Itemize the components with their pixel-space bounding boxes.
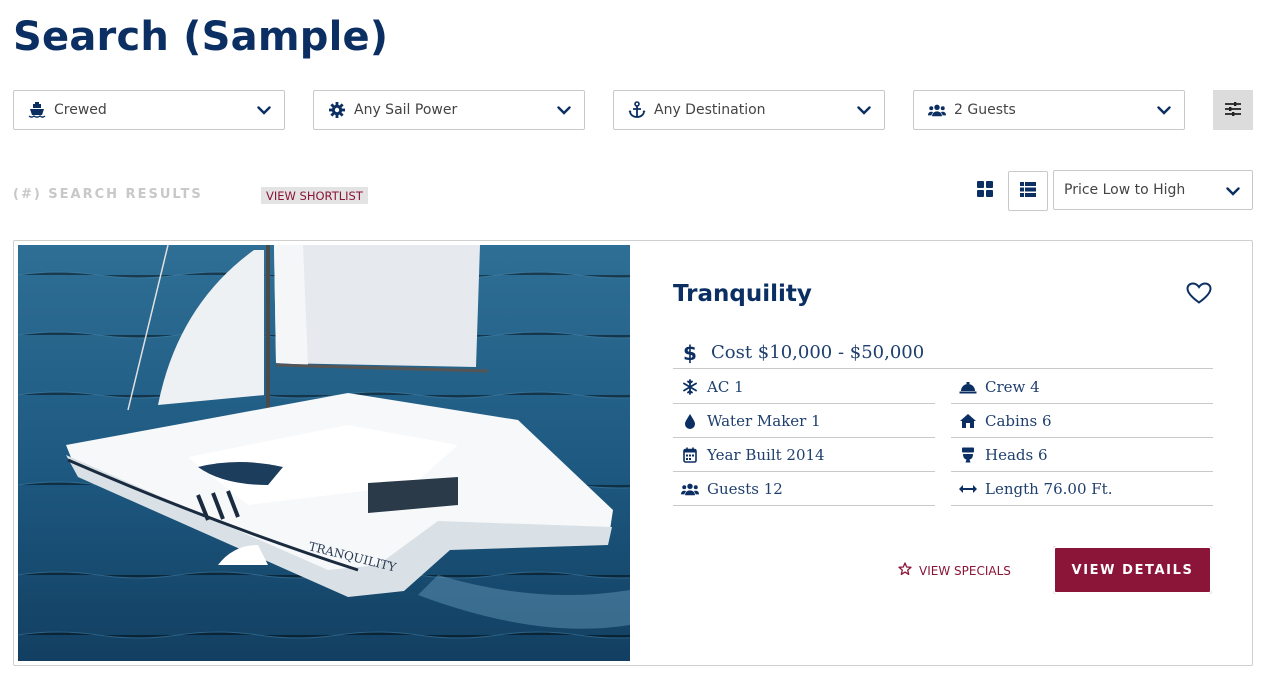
yacht-listing-card: TRANQUILITY Tranquility $ Cost $10,000 -… xyxy=(13,240,1253,666)
water-drop-icon xyxy=(681,412,699,430)
view-details-button[interactable]: VIEW DETAILS xyxy=(1053,546,1212,594)
home-icon xyxy=(959,412,977,430)
view-specials-label: VIEW SPECIALS xyxy=(919,563,1011,578)
yacht-photo[interactable]: TRANQUILITY xyxy=(18,245,630,661)
chevron-down-icon xyxy=(556,102,572,118)
chevron-down-icon xyxy=(256,102,272,118)
grid-view-button[interactable] xyxy=(969,172,1001,210)
filter-guests-dropdown[interactable]: 2 Guests xyxy=(913,90,1185,130)
page-title: Search (Sample) xyxy=(13,14,389,60)
view-details-label: VIEW DETAILS xyxy=(1071,562,1194,578)
list-icon xyxy=(1020,181,1036,201)
spec-label: Water Maker 1 xyxy=(707,411,821,430)
spec-label: Year Built 2014 xyxy=(707,445,825,464)
filter-charter-type-dropdown[interactable]: Crewed xyxy=(13,90,285,130)
chevron-down-icon xyxy=(1226,181,1240,200)
filter-label: Crewed xyxy=(54,102,107,118)
spec-water-maker: Water Maker 1 xyxy=(673,404,935,438)
spec-label: Heads 6 xyxy=(985,445,1048,464)
spec-label: Cabins 6 xyxy=(985,411,1052,430)
gear-icon xyxy=(328,101,346,119)
filter-label: Any Sail Power xyxy=(354,102,458,118)
yacht-name[interactable]: Tranquility xyxy=(673,281,812,307)
search-results-count: (#) SEARCH RESULTS xyxy=(13,187,203,202)
dollar-icon: $ xyxy=(681,342,699,364)
snowflake-icon xyxy=(681,378,699,396)
toilet-icon xyxy=(959,446,977,464)
sort-select[interactable]: Price Low to High xyxy=(1053,170,1253,210)
anchor-icon xyxy=(628,101,646,119)
sort-selected-value: Price Low to High xyxy=(1064,182,1186,198)
advanced-filters-button[interactable] xyxy=(1213,90,1253,130)
view-specials-link[interactable]: VIEW SPECIALS xyxy=(898,561,1011,580)
chevron-down-icon xyxy=(1156,102,1172,118)
cost-range: Cost $10,000 - $50,000 xyxy=(711,342,925,363)
list-view-button[interactable] xyxy=(1008,171,1048,211)
cost-row: $ Cost $10,000 - $50,000 xyxy=(673,337,1213,369)
filter-destination-dropdown[interactable]: Any Destination xyxy=(613,90,885,130)
filter-label: 2 Guests xyxy=(954,102,1016,118)
add-to-shortlist-button[interactable] xyxy=(1184,281,1214,309)
filter-label: Any Destination xyxy=(654,102,766,118)
spec-year-built: Year Built 2014 xyxy=(673,438,935,472)
spec-label: Length 76.00 Ft. xyxy=(985,479,1113,498)
view-shortlist-button[interactable]: VIEW SHORTLIST xyxy=(261,187,368,204)
calendar-icon xyxy=(681,446,699,464)
star-icon xyxy=(898,561,912,580)
spec-cabins: Cabins 6 xyxy=(951,404,1213,438)
spec-crew: Crew 4 xyxy=(951,370,1213,404)
spec-label: Guests 12 xyxy=(707,479,783,498)
heart-icon xyxy=(1186,282,1212,308)
spec-label: AC 1 xyxy=(707,377,744,396)
chevron-down-icon xyxy=(856,102,872,118)
arrows-horizontal-icon xyxy=(959,480,977,498)
filter-sail-power-dropdown[interactable]: Any Sail Power xyxy=(313,90,585,130)
sliders-icon xyxy=(1225,101,1241,120)
spec-guests: Guests 12 xyxy=(673,472,935,506)
spec-heads: Heads 6 xyxy=(951,438,1213,472)
ship-icon xyxy=(28,101,46,119)
service-bell-icon xyxy=(959,378,977,396)
spec-ac: AC 1 xyxy=(673,370,935,404)
grid-icon xyxy=(977,181,993,201)
users-icon xyxy=(928,101,946,119)
spec-length: Length 76.00 Ft. xyxy=(951,472,1213,506)
svg-text:$: $ xyxy=(683,342,697,364)
spec-label: Crew 4 xyxy=(985,377,1040,396)
users-icon xyxy=(681,480,699,498)
